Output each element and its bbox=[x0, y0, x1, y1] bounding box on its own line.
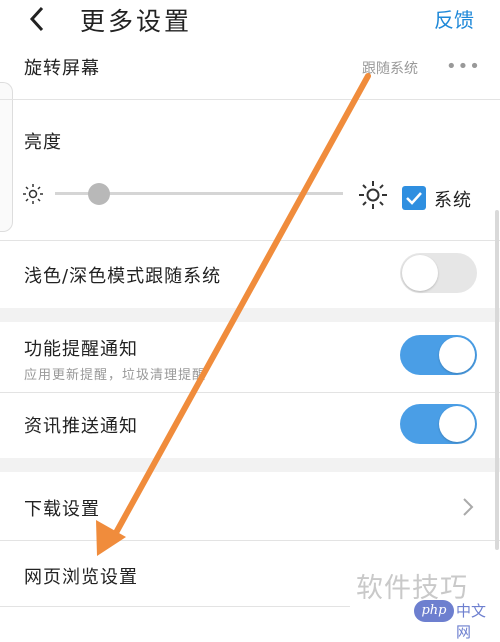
feature-notify-sublabel: 应用更新提醒，垃圾清理提醒 bbox=[24, 368, 207, 383]
rotation-value[interactable]: 跟随系统 bbox=[362, 58, 418, 78]
system-checkbox-label: 系统 bbox=[434, 190, 472, 211]
divider bbox=[0, 540, 500, 541]
news-push-toggle[interactable] bbox=[400, 404, 477, 444]
feature-notify-toggle[interactable] bbox=[400, 335, 477, 375]
divider bbox=[0, 99, 500, 100]
checkmark-icon bbox=[406, 192, 422, 205]
watermark-text: 软件技巧 bbox=[356, 573, 468, 604]
divider bbox=[0, 240, 500, 241]
divider bbox=[0, 606, 350, 607]
web-browse-settings-label[interactable]: 网页浏览设置 bbox=[24, 563, 138, 589]
sun-small-icon bbox=[23, 184, 43, 204]
divider bbox=[0, 392, 500, 393]
brightness-label: 亮度 bbox=[24, 132, 62, 153]
chevron-right-icon[interactable] bbox=[458, 495, 478, 519]
more-icon[interactable]: ••• bbox=[446, 56, 481, 77]
brightness-slider-thumb[interactable] bbox=[88, 183, 110, 205]
scrollbar[interactable] bbox=[495, 210, 499, 550]
theme-follow-toggle[interactable] bbox=[400, 253, 477, 293]
php-logo: php bbox=[414, 600, 454, 622]
system-brightness-checkbox[interactable] bbox=[402, 186, 426, 210]
php-badge-text: 中文网 bbox=[456, 602, 487, 641]
section-separator bbox=[0, 458, 500, 472]
sun-large-icon bbox=[359, 181, 387, 209]
side-panel-edge bbox=[0, 82, 13, 232]
rotation-label: 旋转屏幕 bbox=[24, 58, 100, 79]
feedback-link[interactable]: 反馈 bbox=[434, 4, 474, 33]
theme-follow-label: 浅色/深色模式跟随系统 bbox=[24, 266, 222, 287]
feature-notify-label: 功能提醒通知 bbox=[24, 339, 138, 360]
download-settings-label[interactable]: 下载设置 bbox=[24, 495, 100, 521]
chevron-left-icon[interactable] bbox=[22, 4, 52, 34]
page-title: 更多设置 bbox=[80, 7, 193, 36]
news-push-label: 资讯推送通知 bbox=[24, 416, 138, 437]
section-separator bbox=[0, 308, 500, 322]
